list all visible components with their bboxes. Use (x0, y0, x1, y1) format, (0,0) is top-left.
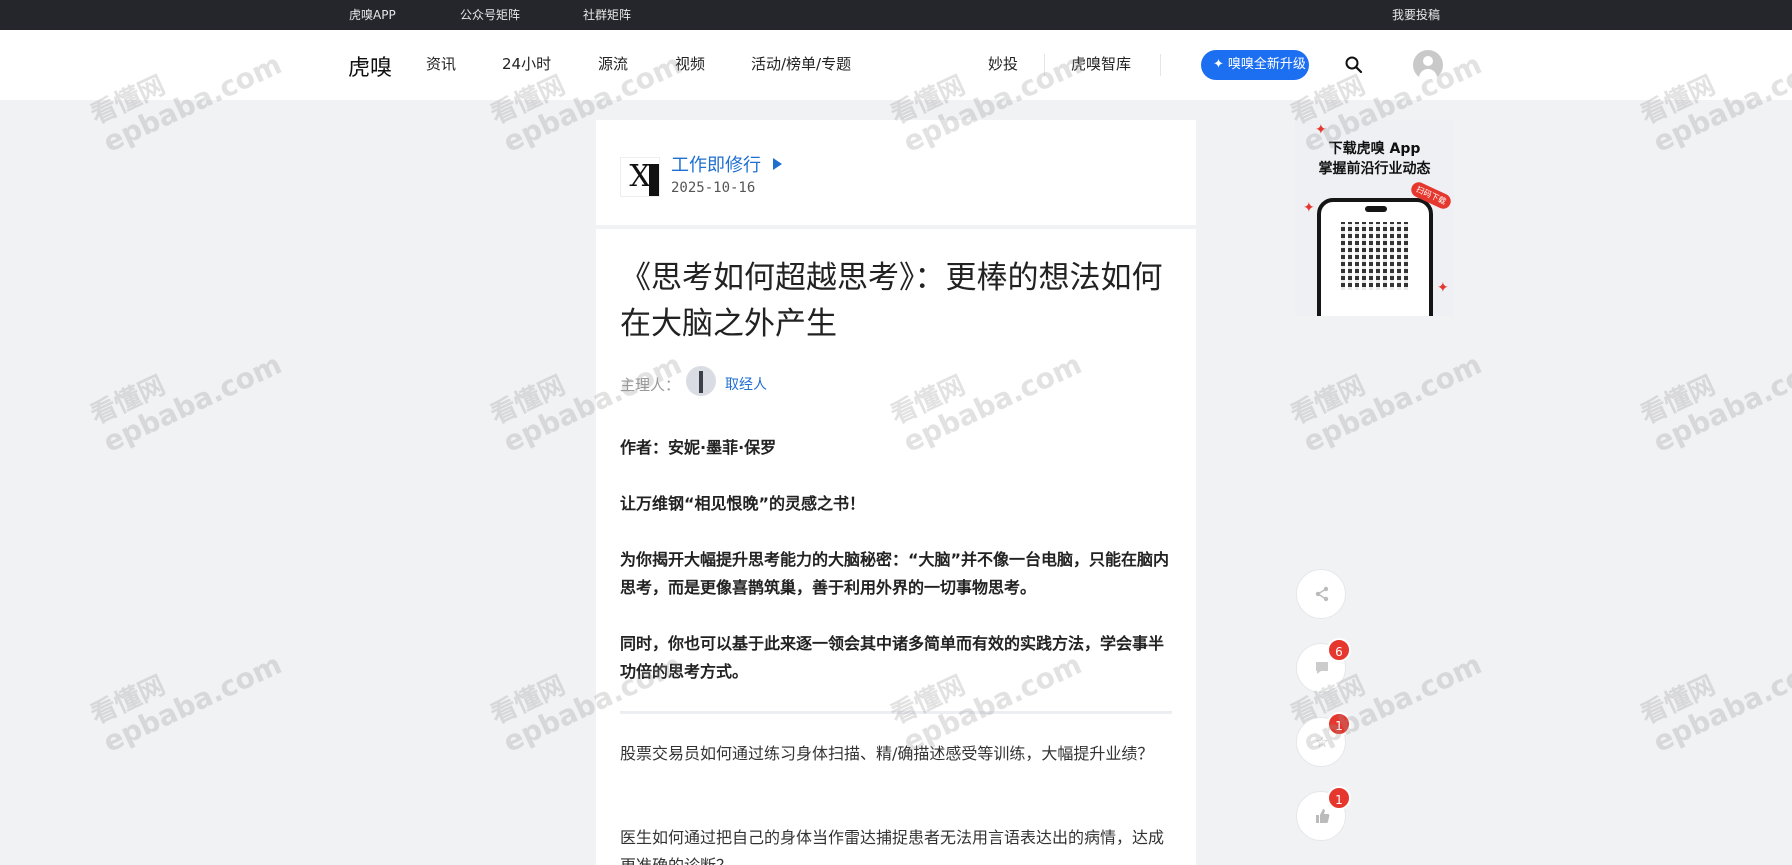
editor-label: 主理人： (620, 376, 681, 394)
editor-name-link[interactable]: 取经人 (725, 374, 767, 394)
nav-item-24h[interactable]: 24小时 (502, 55, 551, 73)
comment-count-badge: 6 (1327, 638, 1351, 662)
topbar-wechat-link[interactable]: 公众号矩阵 (460, 8, 520, 22)
star-icon: ✦ (1315, 122, 1327, 138)
nav-item-video[interactable]: 视频 (675, 55, 705, 73)
nav-divider (1044, 54, 1045, 76)
article-paragraph: 股票交易员如何通过练习身体扫描、精/确描述感受等训练，大幅提升业绩？ (620, 744, 1154, 763)
like-button[interactable]: 1 (1296, 786, 1351, 841)
editor-avatar[interactable] (686, 366, 716, 396)
qr-code-icon (1341, 222, 1409, 290)
watermark: 看懂网 epbaba.com (86, 347, 287, 459)
ad-subline: 掌握前沿行业动态 (1318, 161, 1431, 177)
collect-button[interactable]: ☆ 1 (1296, 712, 1351, 767)
topbar-app-link[interactable]: 虎嗅APP (349, 8, 396, 22)
topbar-community-link[interactable]: 社群矩阵 (583, 8, 631, 22)
article-title: 《思考如何超越思考》：更棒的想法如何在大脑之外产生 (620, 260, 1163, 342)
watermark: 看懂网 epbaba.com (1636, 347, 1792, 459)
nav-item-think-tank[interactable]: 虎嗅智库 (1071, 55, 1131, 73)
star-icon: ✦ (1303, 200, 1315, 216)
share-icon (1314, 586, 1330, 602)
main-nav: 虎嗅 资讯 24小时 源流 视频 活动/榜单/专题 妙投 虎嗅智库 ✦ 嗅嗅全新升… (0, 30, 1792, 100)
author-logo[interactable]: X (620, 157, 660, 197)
ad-headline: 下载虎嗅 App (1328, 141, 1421, 157)
author-card: X 工作即修行 2025-10-16 (596, 120, 1196, 225)
watermark: 看懂网 epbaba.com (86, 647, 287, 759)
site-logo[interactable]: 虎嗅 (348, 50, 392, 82)
collect-count-badge: 1 (1327, 712, 1351, 736)
publish-date: 2025-10-16 (671, 180, 756, 196)
star-icon: ☆ (1315, 733, 1329, 751)
star-icon: ✦ (1437, 280, 1449, 296)
nav-item-news[interactable]: 资讯 (426, 55, 456, 73)
article-paragraph: 同时，你也可以基于此来逐一领会其中诸多简单而有效的实践方法，学会事半功倍的思考方… (620, 634, 1165, 681)
top-bar: 虎嗅APP 公众号矩阵 社群矩阵 我要投稿 (0, 0, 1792, 30)
search-icon[interactable] (1344, 55, 1364, 75)
sparkle-icon: ✦ (1213, 57, 1224, 72)
watermark: 看懂网 epbaba.com (1636, 647, 1792, 759)
author-name-link[interactable]: 工作即修行 (671, 155, 782, 177)
like-count-badge: 1 (1327, 786, 1351, 810)
topbar-submit-link[interactable]: 我要投稿 (1392, 8, 1440, 22)
section-divider (620, 711, 1172, 714)
play-triangle-icon (773, 158, 782, 170)
article-paragraph: 为你揭开大幅提升思考能力的大脑秘密：“大脑”并不像一台电脑，只能在脑内思考，而是… (620, 550, 1170, 597)
nav-item-miaotou[interactable]: 妙投 (988, 55, 1018, 73)
upgrade-label: 嗅嗅全新升级 (1227, 57, 1306, 72)
article-paragraph: 让万维钢“相见恨晚”的灵感之书！ (620, 494, 866, 513)
phone-illustration (1317, 198, 1433, 316)
article-paragraph: 医生如何通过把自己的身体当作雷达捕捉患者无法用言语表达出的病情，达成更准确的诊断… (620, 828, 1165, 865)
app-download-ad[interactable]: 下载虎嗅 App 掌握前沿行业动态 ✦ ✦ ✦ 扫码下载 (1295, 120, 1454, 316)
nav-item-source[interactable]: 源流 (598, 55, 628, 73)
nav-item-events[interactable]: 活动/榜单/专题 (751, 55, 851, 73)
comment-button[interactable]: 6 (1296, 638, 1351, 693)
user-avatar-icon[interactable] (1413, 50, 1443, 80)
article-content: 《思考如何超越思考》：更棒的想法如何在大脑之外产生 主理人： 取经人 作者：安妮… (596, 229, 1196, 865)
thumbs-up-icon (1314, 808, 1330, 824)
watermark: 看懂网 epbaba.com (1286, 347, 1487, 459)
article-paragraph: 作者：安妮·墨菲·保罗 (620, 438, 777, 457)
share-button[interactable] (1296, 569, 1346, 619)
comment-icon (1314, 660, 1330, 676)
nav-divider (1160, 54, 1161, 76)
upgrade-button[interactable]: ✦ 嗅嗅全新升级 (1201, 50, 1309, 80)
